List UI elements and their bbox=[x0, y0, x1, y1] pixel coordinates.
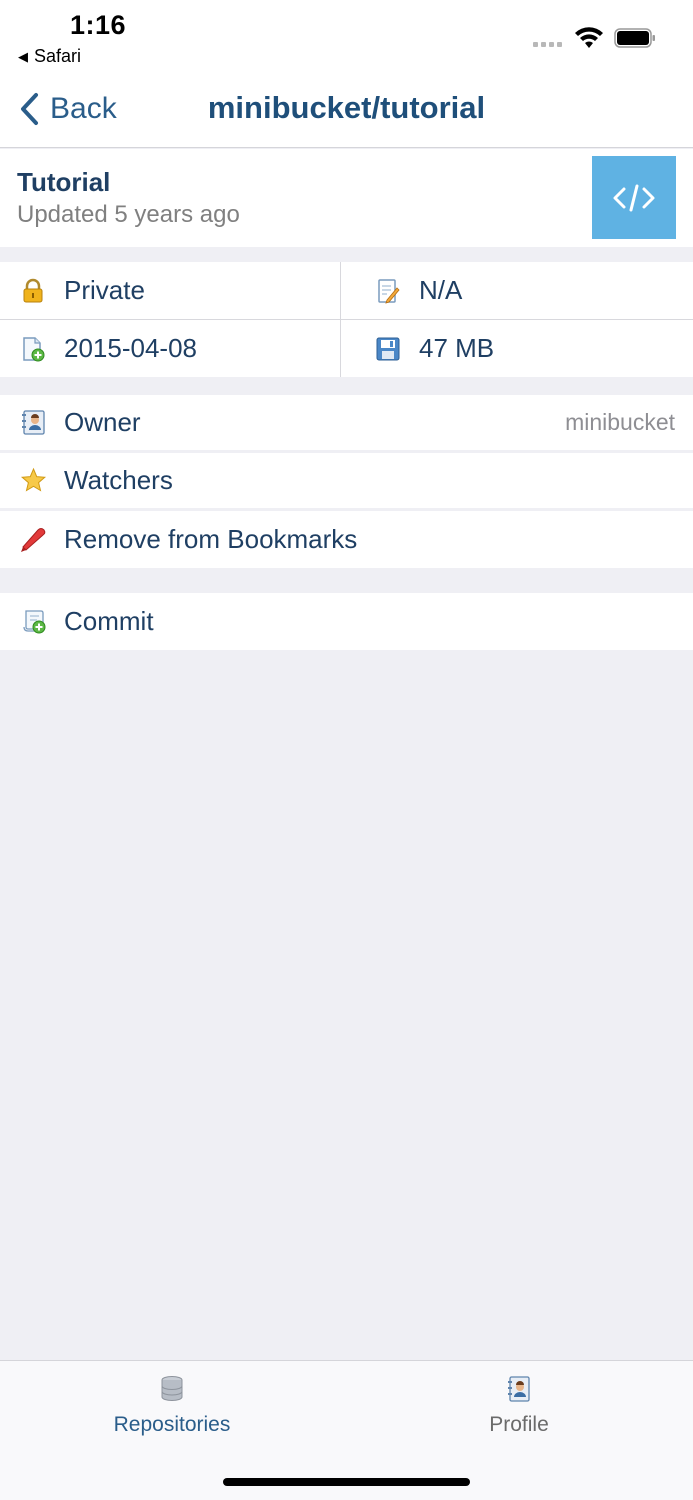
new-document-icon bbox=[23, 336, 45, 361]
watchers-row[interactable]: Watchers bbox=[0, 453, 693, 511]
owner-value: minibucket bbox=[565, 409, 675, 435]
address-book-icon bbox=[22, 410, 45, 435]
document-edit-icon bbox=[378, 278, 400, 304]
battery-icon bbox=[614, 28, 655, 48]
back-triangle-icon: ◀ bbox=[18, 48, 28, 64]
language-cell: N/A bbox=[340, 262, 693, 319]
remove-bookmark-row[interactable]: Remove from Bookmarks bbox=[0, 511, 693, 568]
navigation-bar: Back minibucket/tutorial bbox=[0, 76, 693, 148]
tab-profile-label: Profile bbox=[489, 1413, 549, 1436]
repo-header: Tutorial Updated 5 years ago bbox=[0, 149, 693, 247]
cellular-signal-icon bbox=[533, 42, 562, 47]
code-icon bbox=[613, 184, 655, 211]
visibility-cell: Private bbox=[0, 262, 340, 319]
created-date: 2015-04-08 bbox=[64, 333, 197, 363]
commit-row[interactable]: Commit bbox=[0, 593, 693, 650]
commit-list: Commit bbox=[0, 593, 693, 650]
address-book-icon bbox=[508, 1376, 530, 1402]
watchers-label: Watchers bbox=[64, 465, 173, 495]
tab-repositories-label: Repositories bbox=[113, 1413, 231, 1436]
language-value: N/A bbox=[419, 275, 463, 305]
status-bar: 1:16 ◀ Safari bbox=[0, 0, 693, 76]
page-title: minibucket/tutorial bbox=[207, 90, 486, 125]
floppy-disk-icon bbox=[376, 337, 400, 360]
info-row: Private N/A bbox=[0, 262, 693, 320]
home-indicator bbox=[223, 1478, 470, 1486]
database-icon bbox=[161, 1376, 183, 1401]
bookmark-ribbon-icon bbox=[21, 528, 46, 552]
repo-actions-list: Owner minibucket Watchers Remove from Bo… bbox=[0, 395, 693, 568]
view-code-button[interactable] bbox=[592, 156, 676, 239]
visibility-value: Private bbox=[64, 275, 145, 305]
owner-label: Owner bbox=[64, 407, 141, 437]
lock-icon bbox=[23, 278, 43, 302]
size-cell: 47 MB bbox=[340, 320, 693, 377]
commit-label: Commit bbox=[64, 606, 154, 636]
status-time: 1:16 bbox=[70, 10, 127, 40]
repo-info-grid: Private N/A 2015-04-08 47 MB bbox=[0, 262, 693, 377]
owner-row[interactable]: Owner minibucket bbox=[0, 395, 693, 453]
created-cell: 2015-04-08 bbox=[0, 320, 340, 377]
tab-profile[interactable]: Profile bbox=[439, 1375, 599, 1437]
star-icon bbox=[20, 467, 47, 492]
size-value: 47 MB bbox=[419, 333, 495, 363]
info-row: 2015-04-08 47 MB bbox=[0, 320, 693, 377]
wifi-icon bbox=[575, 27, 603, 48]
remove-bookmark-label: Remove from Bookmarks bbox=[64, 524, 358, 554]
tab-repositories[interactable]: Repositories bbox=[92, 1375, 252, 1437]
repo-name: Tutorial bbox=[17, 167, 111, 197]
back-to-app[interactable]: ◀ Safari bbox=[18, 46, 81, 67]
back-app-label: Safari bbox=[34, 46, 82, 66]
repo-updated: Updated 5 years ago bbox=[17, 201, 240, 228]
scroll-add-icon bbox=[23, 610, 46, 634]
